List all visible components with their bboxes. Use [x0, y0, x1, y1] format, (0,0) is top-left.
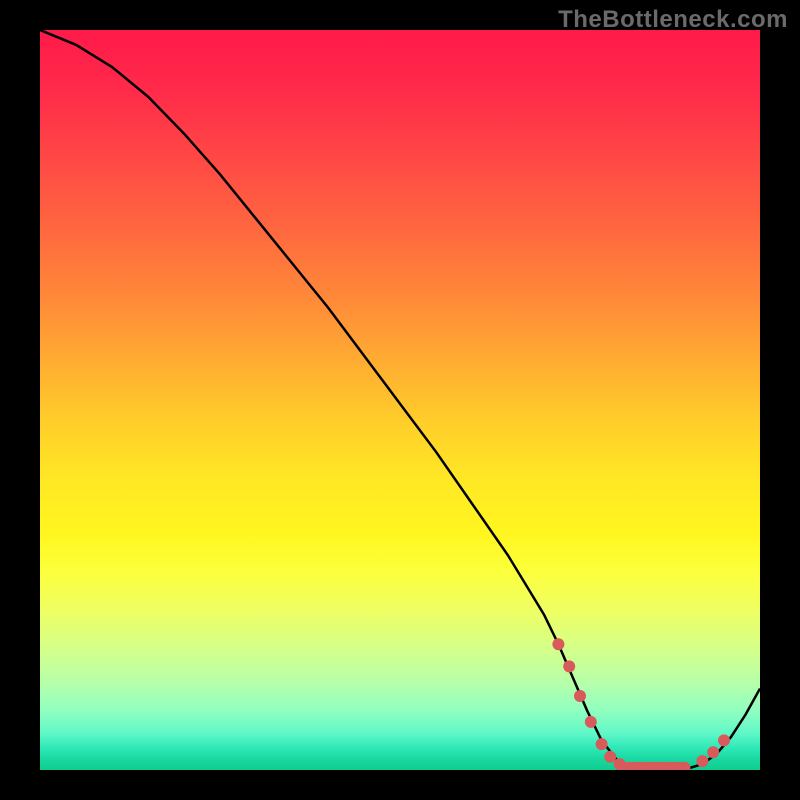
chart-dot — [604, 751, 616, 763]
chart-dot — [596, 738, 608, 750]
chart-dot — [563, 660, 575, 672]
chart-plot-area — [40, 30, 760, 770]
chart-dot — [718, 734, 730, 746]
chart-dot — [707, 746, 719, 758]
chart-curve — [40, 30, 760, 770]
chart-dot — [696, 755, 708, 767]
chart-dot — [574, 690, 586, 702]
chart-dot — [552, 638, 564, 650]
chart-dot — [585, 716, 597, 728]
chart-svg — [40, 30, 760, 770]
chart-dots-group — [552, 638, 730, 770]
